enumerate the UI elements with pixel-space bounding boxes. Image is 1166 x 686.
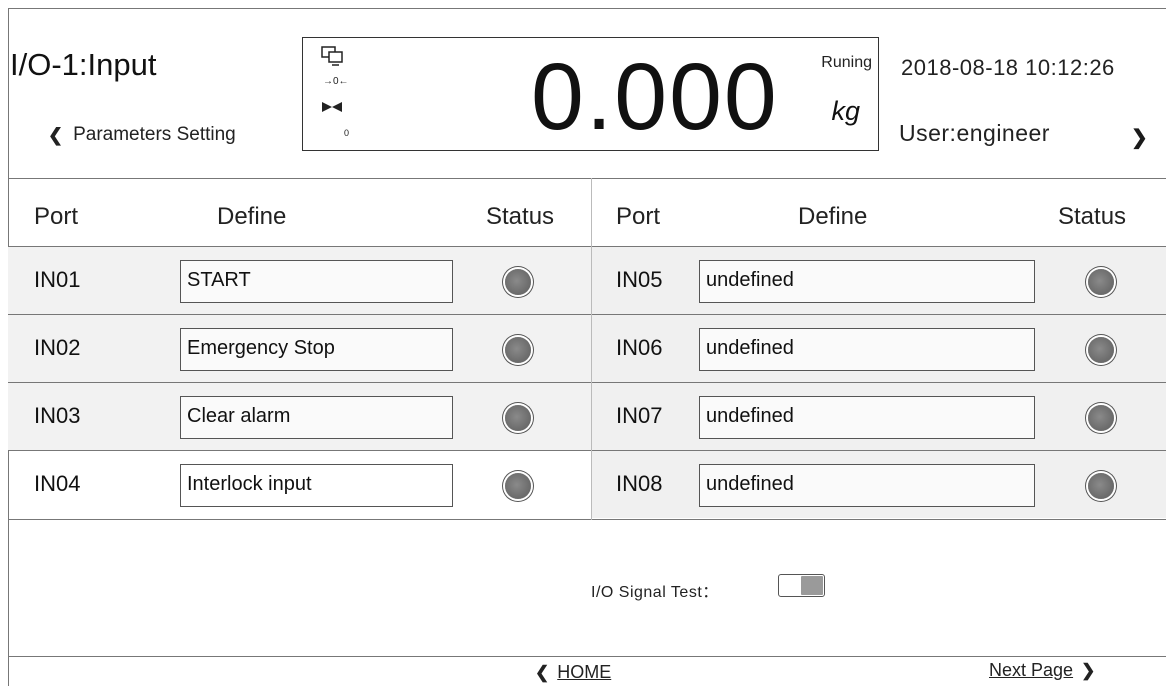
define-field[interactable]: Interlock input bbox=[180, 464, 453, 507]
define-field[interactable]: undefined bbox=[699, 260, 1035, 303]
chevron-left-icon: ❮ bbox=[48, 124, 64, 145]
define-field[interactable]: Clear alarm bbox=[180, 396, 453, 439]
status-header: Status bbox=[1058, 203, 1127, 230]
signal-test-label: I/O Signal Test： bbox=[591, 584, 719, 601]
status-header: Status bbox=[486, 203, 555, 230]
table-row: IN03 Clear alarm IN07 undefined bbox=[8, 383, 1166, 450]
next-page-label: Next Page bbox=[989, 660, 1074, 680]
port-label: IN02 bbox=[34, 335, 81, 360]
define-field[interactable]: undefined bbox=[699, 396, 1035, 439]
port-label: IN05 bbox=[616, 267, 663, 292]
status-led bbox=[1088, 473, 1114, 499]
status-led bbox=[505, 405, 531, 431]
table-row: IN01 START IN05 undefined bbox=[8, 247, 1166, 314]
port-header: Port bbox=[616, 203, 661, 230]
port-label: IN08 bbox=[616, 471, 663, 496]
run-status: Runing bbox=[821, 54, 872, 71]
status-led bbox=[1088, 405, 1114, 431]
define-header: Define bbox=[798, 203, 868, 230]
port-label: IN01 bbox=[34, 267, 81, 292]
define-field[interactable]: undefined bbox=[699, 464, 1035, 507]
table-header-row: Port Define Status Port Define Status bbox=[8, 179, 1166, 246]
user-label[interactable]: User:engineer bbox=[899, 120, 1050, 147]
chevron-left-icon: ❮ bbox=[535, 662, 550, 682]
weight-unit: kg bbox=[831, 96, 860, 126]
footer-divider bbox=[8, 656, 1166, 657]
status-led bbox=[505, 337, 531, 363]
parameters-setting-button[interactable]: ❮ Parameters Setting bbox=[48, 124, 236, 146]
port-label: IN06 bbox=[616, 335, 663, 360]
port-label: IN03 bbox=[34, 403, 81, 428]
stable-icon bbox=[322, 99, 342, 117]
weight-display: →0← 0 0.000 Runing kg bbox=[302, 37, 879, 151]
table-row: IN04 Interlock input IN08 undefined bbox=[8, 451, 1166, 518]
indicator-small: 0 bbox=[344, 128, 350, 138]
status-led bbox=[1088, 337, 1114, 363]
port-header: Port bbox=[34, 203, 79, 230]
divider bbox=[8, 519, 1166, 520]
define-field[interactable]: Emergency Stop bbox=[180, 328, 453, 371]
chevron-right-icon[interactable]: ❯ bbox=[1131, 125, 1148, 150]
home-label: HOME bbox=[557, 662, 612, 682]
status-led bbox=[1088, 269, 1114, 295]
status-led bbox=[505, 473, 531, 499]
signal-test-toggle[interactable] bbox=[778, 574, 825, 597]
datetime: 2018-08-18 10:12:26 bbox=[901, 55, 1115, 80]
back-label: Parameters Setting bbox=[73, 124, 236, 145]
status-led bbox=[505, 269, 531, 295]
table-row: IN02 Emergency Stop IN06 undefined bbox=[8, 315, 1166, 382]
monitor-icon bbox=[321, 46, 343, 71]
column-divider bbox=[591, 178, 592, 520]
define-field[interactable]: START bbox=[180, 260, 453, 303]
next-page-button[interactable]: Next Page ❯ bbox=[989, 660, 1095, 681]
toggle-knob bbox=[801, 576, 823, 595]
port-label: IN07 bbox=[616, 403, 663, 428]
chevron-right-icon: ❯ bbox=[1081, 660, 1096, 680]
define-header: Define bbox=[217, 203, 287, 230]
home-button[interactable]: ❮ HOME bbox=[535, 662, 611, 683]
zero-tracking-icon: →0← bbox=[323, 76, 349, 87]
weight-value: 0.000 bbox=[531, 44, 779, 150]
define-field[interactable]: undefined bbox=[699, 328, 1035, 371]
port-label: IN04 bbox=[34, 471, 81, 496]
page-title: I/O-1:Input bbox=[10, 47, 157, 82]
